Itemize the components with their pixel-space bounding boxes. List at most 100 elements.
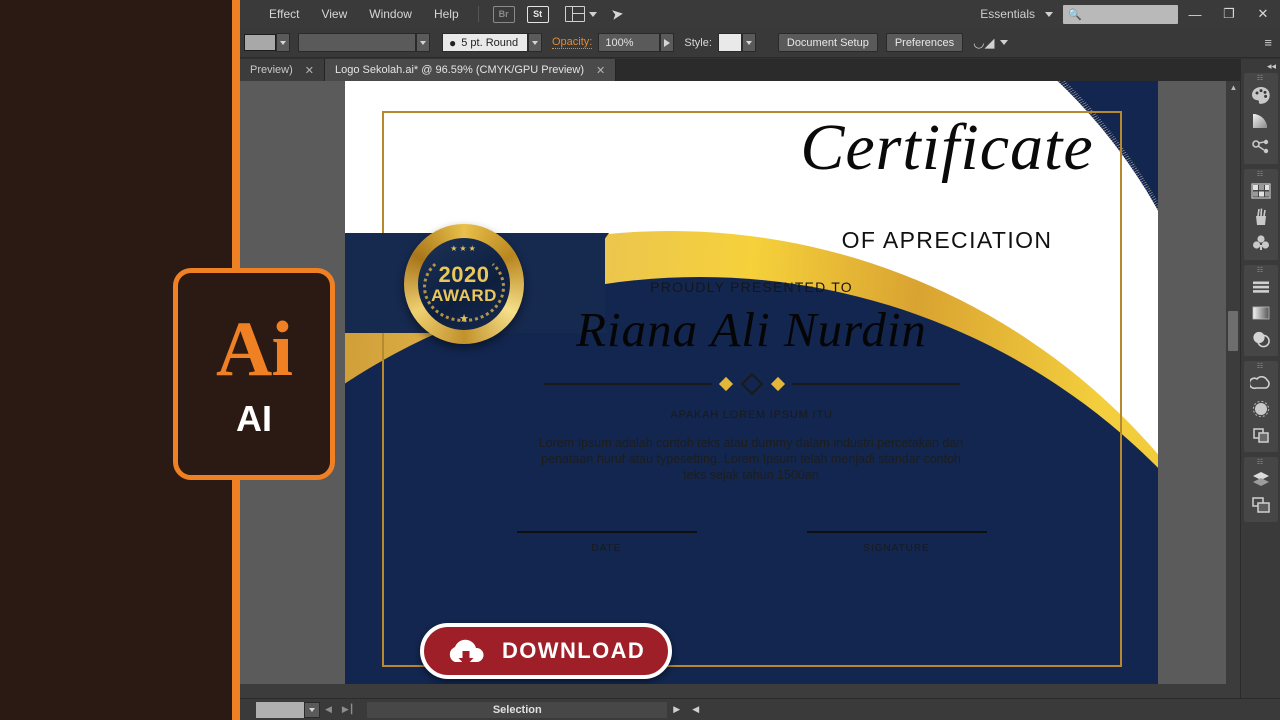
stroke-profile-value: 5 pt. Round xyxy=(461,36,519,49)
illustrator-logo-badge: Ai AI xyxy=(173,268,335,480)
dock-group-align: ☷ xyxy=(1243,265,1278,356)
minimize-icon[interactable]: — xyxy=(1178,0,1212,28)
prev-artboard-icon[interactable]: ◀ xyxy=(320,704,337,715)
right-dock-panel: ◂◂ ☷ ☷ ☷ ☷ ☷ xyxy=(1240,59,1280,698)
stroke-dropdown[interactable] xyxy=(416,33,430,52)
illustrator-window: Effect View Window Help Br St ➤ Essentia… xyxy=(240,0,1280,720)
divider-line-left xyxy=(543,383,712,385)
align-objects-icon[interactable]: ◡◢ xyxy=(973,35,994,51)
symbols-icon[interactable] xyxy=(1244,230,1278,256)
stroke-profile-field[interactable]: ● 5 pt. Round xyxy=(442,33,528,52)
opacity-stepper[interactable] xyxy=(660,33,675,52)
signature-block-signature: SIGNATURE xyxy=(806,531,987,554)
fill-dropdown[interactable] xyxy=(276,33,290,52)
canvas-area[interactable]: ★★★ 2020 AWARD ★ Certificate OF APRECIAT… xyxy=(240,81,1226,684)
layers-icon[interactable] xyxy=(1244,466,1278,492)
pathfinder-icon[interactable] xyxy=(1244,422,1278,448)
status-expand-icon[interactable]: ▶ xyxy=(667,704,686,715)
illustrator-logo-caption: AI xyxy=(236,398,272,439)
creative-cloud-libraries-icon[interactable] xyxy=(1244,370,1278,396)
workspace-chevron-icon[interactable] xyxy=(1045,11,1053,17)
stock-st-icon[interactable]: St xyxy=(526,5,549,23)
swatches-icon[interactable] xyxy=(1244,178,1278,204)
transparency-icon[interactable] xyxy=(1244,326,1278,352)
menu-help[interactable]: Help xyxy=(423,0,470,28)
collapse-panels-icon[interactable]: ◂◂ xyxy=(1241,59,1280,73)
menu-window[interactable]: Window xyxy=(358,0,423,28)
panel-grip[interactable]: ☷ xyxy=(1244,73,1278,82)
bridge-br-icon[interactable]: Br xyxy=(492,5,515,23)
fill-swatch[interactable] xyxy=(244,34,276,51)
vertical-scroll-thumb[interactable] xyxy=(1228,311,1238,351)
brushes-stroke-icon[interactable] xyxy=(1244,396,1278,422)
zoom-level-field[interactable] xyxy=(256,701,304,718)
document-tab-0-label: Preview) xyxy=(250,64,293,76)
document-tab-bar: Preview) ✕ Logo Sekolah.ai* @ 96.59% (CM… xyxy=(240,59,1280,81)
align-chevron-icon[interactable] xyxy=(1000,40,1009,45)
signature-block-date: DATE xyxy=(516,531,697,554)
divider-diamond-small-left xyxy=(718,376,733,392)
dock-group-layers: ☷ xyxy=(1243,457,1278,522)
preferences-button[interactable]: Preferences xyxy=(885,33,964,52)
status-tool-label[interactable]: Selection xyxy=(367,701,668,718)
document-tab-1[interactable]: Logo Sekolah.ai* @ 96.59% (CMYK/GPU Prev… xyxy=(325,59,617,81)
round-dot-icon: ● xyxy=(449,35,457,50)
menu-bar-right: Essentials 🔍 — ❐ ✕ xyxy=(974,0,1280,28)
dock-group-libraries: ☷ xyxy=(1243,361,1278,452)
menu-view[interactable]: View xyxy=(310,0,358,28)
brushes-icon[interactable] xyxy=(1244,204,1278,230)
close-icon[interactable]: ✕ xyxy=(1246,0,1280,28)
workspace-switcher[interactable]: Essentials xyxy=(974,7,1041,21)
panel-grip[interactable]: ☷ xyxy=(1244,457,1278,466)
zoom-dropdown[interactable] xyxy=(304,701,320,718)
document-tab-1-label: Logo Sekolah.ai* @ 96.59% (CMYK/GPU Prev… xyxy=(335,64,585,76)
align-icon[interactable] xyxy=(1244,274,1278,300)
opacity-label[interactable]: Opacity: xyxy=(552,36,593,49)
certificate-presented-to: PROUDLY PRESENTED TO xyxy=(650,279,853,295)
menu-effect[interactable]: Effect xyxy=(258,0,310,28)
close-icon[interactable]: ✕ xyxy=(305,64,314,77)
signature-line xyxy=(516,531,697,533)
color-guide-icon[interactable] xyxy=(1244,134,1278,160)
opacity-value[interactable]: 100% xyxy=(598,33,661,52)
style-dropdown[interactable] xyxy=(741,33,756,52)
divider-diamond-large xyxy=(740,372,763,396)
vertical-scrollbar[interactable]: ▲ ▼ xyxy=(1226,81,1240,698)
certificate-subtitle: OF APRECIATION xyxy=(841,227,1053,253)
color-palette-icon[interactable] xyxy=(1244,82,1278,108)
horizontal-scrollbar[interactable] xyxy=(240,684,1240,698)
document-setup-button[interactable]: Document Setup xyxy=(777,33,878,52)
panel-grip[interactable]: ☷ xyxy=(1244,361,1278,370)
style-label: Style: xyxy=(684,36,712,49)
chevron-down-icon[interactable] xyxy=(588,11,597,17)
restore-icon[interactable]: ❐ xyxy=(1212,0,1246,28)
signature-caption: DATE xyxy=(591,543,622,554)
download-button-label: DOWNLOAD xyxy=(502,638,646,663)
certificate-section-heading: APAKAH LOREM IPSUM ITU xyxy=(670,409,833,421)
search-input[interactable]: 🔍 xyxy=(1063,4,1178,24)
status-bar: ◀ ▶┃ Selection ▶ ◀ xyxy=(240,698,1280,720)
close-icon[interactable]: ✕ xyxy=(596,64,605,77)
artboards-icon[interactable] xyxy=(1244,492,1278,518)
style-swatch[interactable] xyxy=(717,33,742,52)
status-collapse-icon[interactable]: ◀ xyxy=(686,704,705,715)
scroll-up-icon[interactable]: ▲ xyxy=(1229,83,1238,92)
stroke-weight-field[interactable] xyxy=(298,33,416,52)
gradient-swatch-icon[interactable] xyxy=(1244,108,1278,134)
gradient-icon[interactable] xyxy=(1244,300,1278,326)
panel-grip[interactable]: ☷ xyxy=(1244,265,1278,274)
document-tab-0[interactable]: Preview) ✕ xyxy=(240,59,326,81)
signature-line xyxy=(806,531,987,533)
seal-stars-icon: ★★★ xyxy=(450,244,478,253)
menu-bar: Effect View Window Help Br St ➤ Essentia… xyxy=(240,0,1280,28)
rocket-icon[interactable]: ➤ xyxy=(609,4,625,24)
control-bar-overflow-icon[interactable]: ≡ xyxy=(1264,35,1272,50)
arrange-documents-icon[interactable] xyxy=(564,6,585,22)
certificate-body-text: Lorem Ipsum adalah contoh teks atau dumm… xyxy=(538,436,964,482)
stroke-profile-dropdown[interactable] xyxy=(528,33,542,52)
dock-group-swatches: ☷ xyxy=(1243,169,1278,260)
certificate-recipient-name: Riana Ali Nurdin xyxy=(576,302,927,357)
next-artboard-icon[interactable]: ▶┃ xyxy=(337,704,359,715)
download-button[interactable]: DOWNLOAD xyxy=(420,623,672,679)
panel-grip[interactable]: ☷ xyxy=(1244,169,1278,178)
